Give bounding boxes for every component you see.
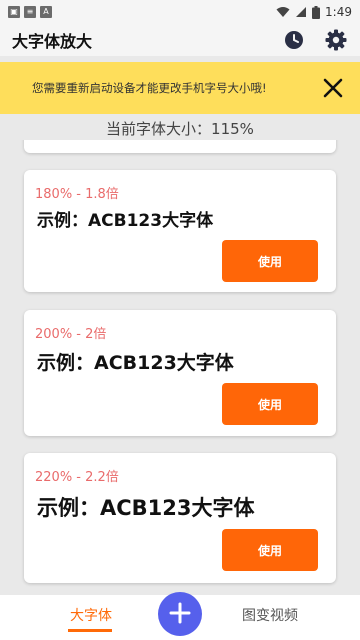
plus-icon (169, 602, 191, 627)
notification-icons: ▣ ≡ A (8, 6, 52, 18)
use-button[interactable]: 使用 (222, 529, 318, 571)
app-bar: 大字体放大 (0, 24, 360, 56)
clock-time: 1:49 (325, 5, 352, 19)
option-label: 220% - 2.2倍 (35, 470, 119, 485)
app-actions (282, 28, 348, 52)
option-sample-text: 示例：ACB123大字体 (37, 352, 234, 374)
add-button[interactable] (158, 592, 202, 636)
wifi-icon (276, 6, 290, 18)
restart-notice-banner: 您需要重新启动设备才能更改手机字号大小哦! (0, 62, 360, 114)
notice-text: 您需要重新启动设备才能更改手机字号大小哦! (32, 81, 267, 95)
settings-icon[interactable] (324, 28, 348, 52)
font-a-notification-icon: A (40, 6, 52, 18)
current-font-size: 当前字体大小：115% (106, 120, 254, 138)
tab-large-font[interactable]: 大字体 (70, 605, 112, 625)
option-sample-text: 示例：ACB123大字体 (37, 211, 214, 231)
option-card: 180% - 1.8倍 示例：ACB123大字体 使用 (24, 170, 336, 292)
battery-icon (312, 5, 321, 19)
news-notification-icon: ≡ (24, 6, 36, 18)
font-size-options-list[interactable]: 180% - 1.8倍 示例：ACB123大字体 使用 200% - 2倍 示例… (0, 140, 360, 595)
system-status: 1:49 (276, 5, 352, 19)
history-icon[interactable] (282, 28, 306, 52)
active-tab-indicator (68, 629, 112, 632)
option-card: 220% - 2.2倍 示例：ACB123大字体 使用 (24, 453, 336, 583)
image-notification-icon: ▣ (8, 6, 20, 18)
use-button[interactable]: 使用 (222, 383, 318, 425)
option-sample-text: 示例：ACB123大字体 (37, 496, 255, 520)
option-card: 200% - 2倍 示例：ACB123大字体 使用 (24, 310, 336, 436)
option-label: 200% - 2倍 (35, 327, 107, 342)
app-title: 大字体放大 (12, 32, 93, 51)
close-icon[interactable] (322, 77, 344, 99)
tab-image-to-video[interactable]: 图变视频 (242, 605, 298, 625)
signal-icon (295, 6, 307, 18)
option-card-partial (24, 140, 336, 153)
use-button[interactable]: 使用 (222, 240, 318, 282)
option-label: 180% - 1.8倍 (35, 187, 119, 202)
status-bar: ▣ ≡ A 1:49 (0, 0, 360, 24)
